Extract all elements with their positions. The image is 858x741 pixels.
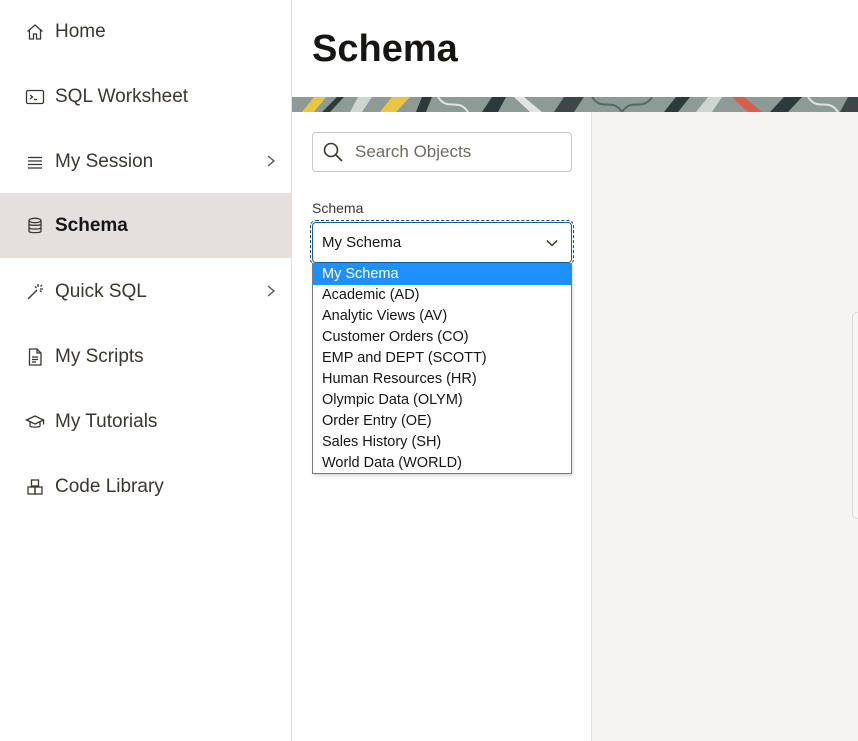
sidebar-item-quick-sql[interactable]: Quick SQL xyxy=(0,259,291,324)
list-icon xyxy=(24,151,46,173)
search-input[interactable] xyxy=(353,141,557,163)
schema-option[interactable]: EMP and DEPT (SCOTT) xyxy=(313,348,571,369)
schema-select-label: Schema xyxy=(312,200,364,216)
schema-dropdown-list: My Schema Academic (AD) Analytic Views (… xyxy=(312,263,572,474)
sidebar-item-my-session[interactable]: My Session xyxy=(0,129,291,194)
search-field[interactable] xyxy=(312,132,572,172)
chevron-right-icon xyxy=(265,281,277,301)
schema-option[interactable]: World Data (WORLD) xyxy=(313,453,571,474)
sidebar-item-my-scripts[interactable]: My Scripts xyxy=(0,324,291,389)
database-icon xyxy=(24,215,46,237)
sidebar-item-label: Quick SQL xyxy=(55,280,147,302)
blocks-icon xyxy=(24,476,46,498)
sidebar-item-sql-worksheet[interactable]: SQL Worksheet xyxy=(0,64,291,129)
sidebar-item-label: Schema xyxy=(55,214,128,236)
sidebar-item-label: SQL Worksheet xyxy=(55,85,189,107)
content-area xyxy=(592,112,858,741)
sidebar-item-label: Home xyxy=(55,20,106,42)
terminal-icon xyxy=(24,86,46,108)
sidebar-item-label: My Session xyxy=(55,150,154,172)
chevron-down-icon xyxy=(545,236,559,250)
graduation-cap-icon xyxy=(24,411,46,433)
sidebar-item-code-library[interactable]: Code Library xyxy=(0,454,291,519)
schema-option[interactable]: Olympic Data (OLYM) xyxy=(313,390,571,411)
sidebar-item-my-tutorials[interactable]: My Tutorials xyxy=(0,389,291,454)
magic-wand-icon xyxy=(24,281,46,303)
sidebar-item-label: Code Library xyxy=(55,475,164,497)
schema-option[interactable]: My Schema xyxy=(313,264,571,285)
schema-option[interactable]: Human Resources (HR) xyxy=(313,369,571,390)
collapsed-panel-edge xyxy=(852,312,858,519)
sidebar: Home SQL Worksheet My Session Schema Qui… xyxy=(0,0,292,741)
schema-option[interactable]: Order Entry (OE) xyxy=(313,411,571,432)
sidebar-item-home[interactable]: Home xyxy=(0,0,291,64)
schema-option[interactable]: Analytic Views (AV) xyxy=(313,306,571,327)
sidebar-item-schema[interactable]: Schema xyxy=(0,193,291,258)
schema-select[interactable]: My Schema xyxy=(310,220,574,265)
sidebar-item-label: My Scripts xyxy=(55,345,144,367)
schema-option[interactable]: Academic (AD) xyxy=(313,285,571,306)
search-icon xyxy=(322,141,344,163)
schema-option[interactable]: Customer Orders (CO) xyxy=(313,327,571,348)
schema-option[interactable]: Sales History (SH) xyxy=(313,432,571,453)
home-icon xyxy=(24,21,46,43)
document-icon xyxy=(24,346,46,368)
decorative-banner xyxy=(292,97,858,112)
page-title: Schema xyxy=(312,28,458,70)
chevron-right-icon xyxy=(265,151,277,171)
sidebar-item-label: My Tutorials xyxy=(55,410,158,432)
schema-select-value: My Schema xyxy=(322,234,402,251)
